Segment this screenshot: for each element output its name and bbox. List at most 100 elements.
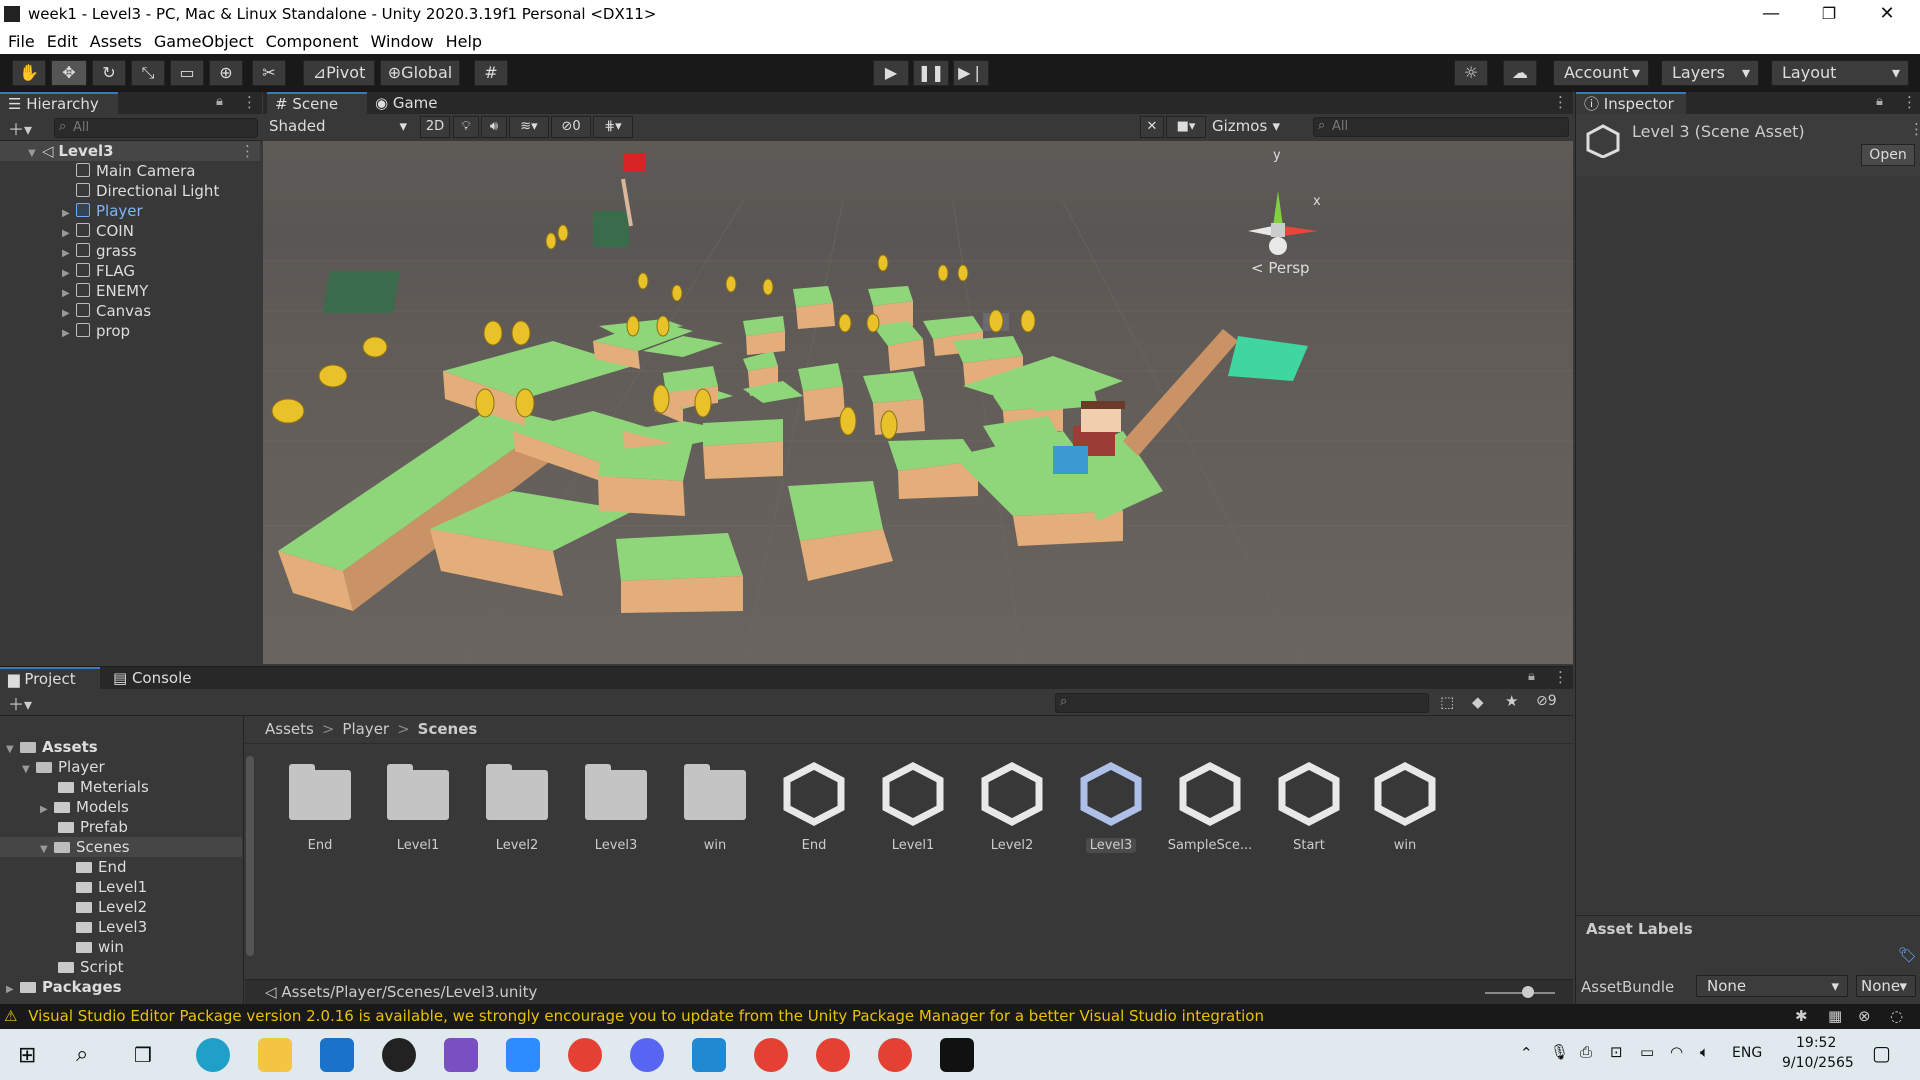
asset-scene-level1[interactable]: Level1 [868,760,958,853]
orientation-gizmo[interactable]: y x [1248,148,1321,255]
project-search-input[interactable] [1055,693,1429,713]
language-indicator[interactable]: ENG [1732,1045,1762,1061]
status-bar[interactable]: ⚠ Visual Studio Editor Package version 2… [0,1004,1920,1029]
kebab-menu-icon[interactable]: ⋮ [242,93,257,111]
grid-toggle-icon[interactable]: ⋕▾ [593,116,633,138]
unity-taskbar-icon[interactable] [940,1038,974,1072]
scene-menu-icon[interactable]: ⋮ [1553,93,1568,111]
tree-item-level2[interactable]: Level2 [76,897,147,917]
hierarchy-search-input[interactable]: All [54,118,258,138]
pivot-toggle[interactable]: ⊿Pivot [303,60,375,86]
task-view-icon[interactable]: ❒ [134,1043,152,1067]
minimize-button[interactable]: — [1742,0,1800,29]
asset-scene-samplescene[interactable]: SampleSce... [1165,760,1255,853]
tree-item-player[interactable]: ▼ Player [22,757,105,777]
expand-arrow-icon[interactable]: ▼ [40,840,54,860]
chrome-profile-icon[interactable] [754,1038,788,1072]
close-button[interactable]: ✕ [1858,0,1916,29]
expand-arrow-icon[interactable]: ▼ [22,760,36,780]
assetbundle-dropdown[interactable]: None [1696,975,1848,997]
tree-item-packages[interactable]: ▶ Packages [6,977,122,997]
transform-tool-icon[interactable]: ⊕ [209,60,243,86]
menu-gameobject[interactable]: GameObject [154,29,254,54]
breadcrumb-player[interactable]: Player [342,720,389,738]
hidden-packages-toggle[interactable]: ⊘9 [1536,693,1557,709]
dell-icon[interactable] [382,1038,416,1072]
create-asset-button[interactable]: ＋▾ [8,691,32,715]
breadcrumb-scenes[interactable]: Scenes [418,720,478,738]
menu-edit[interactable]: Edit [47,29,78,54]
play-button[interactable]: ▶ [873,60,909,86]
hidden-objects-toggle[interactable]: ⊘0 [551,116,591,138]
chrome-profile-icon[interactable] [816,1038,850,1072]
menu-window[interactable]: Window [370,29,433,54]
tree-scrollbar[interactable] [246,756,254,956]
tree-item-materials[interactable]: Meterials [58,777,149,797]
clock-time[interactable]: 19:52 [1796,1035,1836,1051]
scene-canvas[interactable]: y x < Persp [263,141,1573,664]
tree-item-prefab[interactable]: Prefab [58,817,128,837]
zoom-icon[interactable] [506,1038,540,1072]
windows-start-icon[interactable]: ⊞ [18,1043,36,1068]
scene-view[interactable]: y x < Persp [263,141,1573,664]
layers-dropdown[interactable]: Layers [1661,60,1759,86]
tree-item-level1[interactable]: Level1 [76,877,147,897]
hierarchy-item[interactable]: ▶ grass [0,241,260,261]
progress-icon[interactable]: ◌ [1890,1004,1903,1029]
device-icon[interactable]: ⎙ [1580,1043,1592,1061]
chrome-profile-icon[interactable] [878,1038,912,1072]
tab-project[interactable]: ▆ Project [0,667,100,689]
filter-type-icon[interactable]: ⬚ [1440,693,1454,711]
network-icon[interactable]: ⊡ [1610,1043,1623,1061]
show-hidden-icons[interactable]: ⌃ [1520,1044,1533,1062]
vscode-icon[interactable] [692,1038,726,1072]
tree-item-assets[interactable]: ▼ Assets [6,737,98,757]
rect-tool-icon[interactable]: ▭ [170,60,204,86]
add-object-button[interactable]: ＋▾ [8,116,32,140]
hierarchy-item[interactable]: ▶ ENEMY [0,281,260,301]
scale-tool-icon[interactable]: ⤡ [131,60,165,86]
tab-inspector[interactable]: ⓘ Inspector [1576,92,1686,114]
search-icon[interactable]: ⌕ [76,1042,88,1067]
zoom-slider-track[interactable] [1485,992,1555,994]
auto-generate-lighting-icon[interactable]: ⊗ [1858,1004,1871,1029]
perspective-label[interactable]: < Persp [1251,259,1310,277]
asset-folder-level1[interactable]: Level1 [373,760,463,853]
asset-folder-win[interactable]: win [670,760,760,853]
lock-icon[interactable]: 🔒︎ [1528,669,1535,684]
asset-folder-level2[interactable]: Level2 [472,760,562,853]
battery-icon[interactable]: ▭ [1640,1043,1654,1061]
microphone-icon[interactable]: 🎙︎ [1550,1043,1569,1061]
label-tag-icon[interactable]: 🏷︎ [1898,946,1917,964]
menu-file[interactable]: File [8,29,35,54]
tab-scene[interactable]: # Scene [267,92,367,114]
asset-scene-end[interactable]: End [769,760,859,853]
menu-component[interactable]: Component [266,29,359,54]
chrome-icon[interactable] [568,1038,602,1072]
menu-help[interactable]: Help [446,29,482,54]
shading-mode-dropdown[interactable]: Shaded [265,116,415,138]
tab-hierarchy[interactable]: ☰ Hierarchy [0,92,118,114]
inspector-menu-icon[interactable]: ⋮ [1909,120,1920,138]
notifications-icon[interactable]: ▢ [1872,1041,1891,1065]
hierarchy-item[interactable]: Directional Light [0,181,260,201]
cloud-icon[interactable]: ☁ [1503,60,1537,86]
services-icon[interactable]: ☼ [1454,60,1488,86]
tools-icon[interactable]: ✕ [1140,116,1164,138]
rotate-tool-icon[interactable]: ↻ [92,60,126,86]
account-dropdown[interactable]: Account [1553,60,1649,86]
pause-button[interactable]: ❚❚ [913,60,949,86]
hierarchy-scene-row[interactable]: ▼ ◁ Level3 ⋮ [0,141,260,161]
zoom-slider-thumb[interactable] [1522,986,1534,998]
gizmos-dropdown[interactable]: Gizmos [1208,116,1288,138]
open-button[interactable]: Open [1861,144,1915,166]
lighting-icon[interactable]: 💡︎ [453,116,479,138]
hierarchy-item[interactable]: Main Camera [0,161,260,181]
tree-item-script[interactable]: Script [58,957,124,977]
file-explorer-icon[interactable] [258,1038,292,1072]
wifi-icon[interactable]: ◠ [1670,1043,1683,1061]
hierarchy-item[interactable]: ▶ prop [0,321,260,341]
tree-item-models[interactable]: ▶ Models [40,797,129,817]
filter-label-icon[interactable]: ◆ [1472,693,1484,711]
tree-item-end[interactable]: End [76,857,127,877]
